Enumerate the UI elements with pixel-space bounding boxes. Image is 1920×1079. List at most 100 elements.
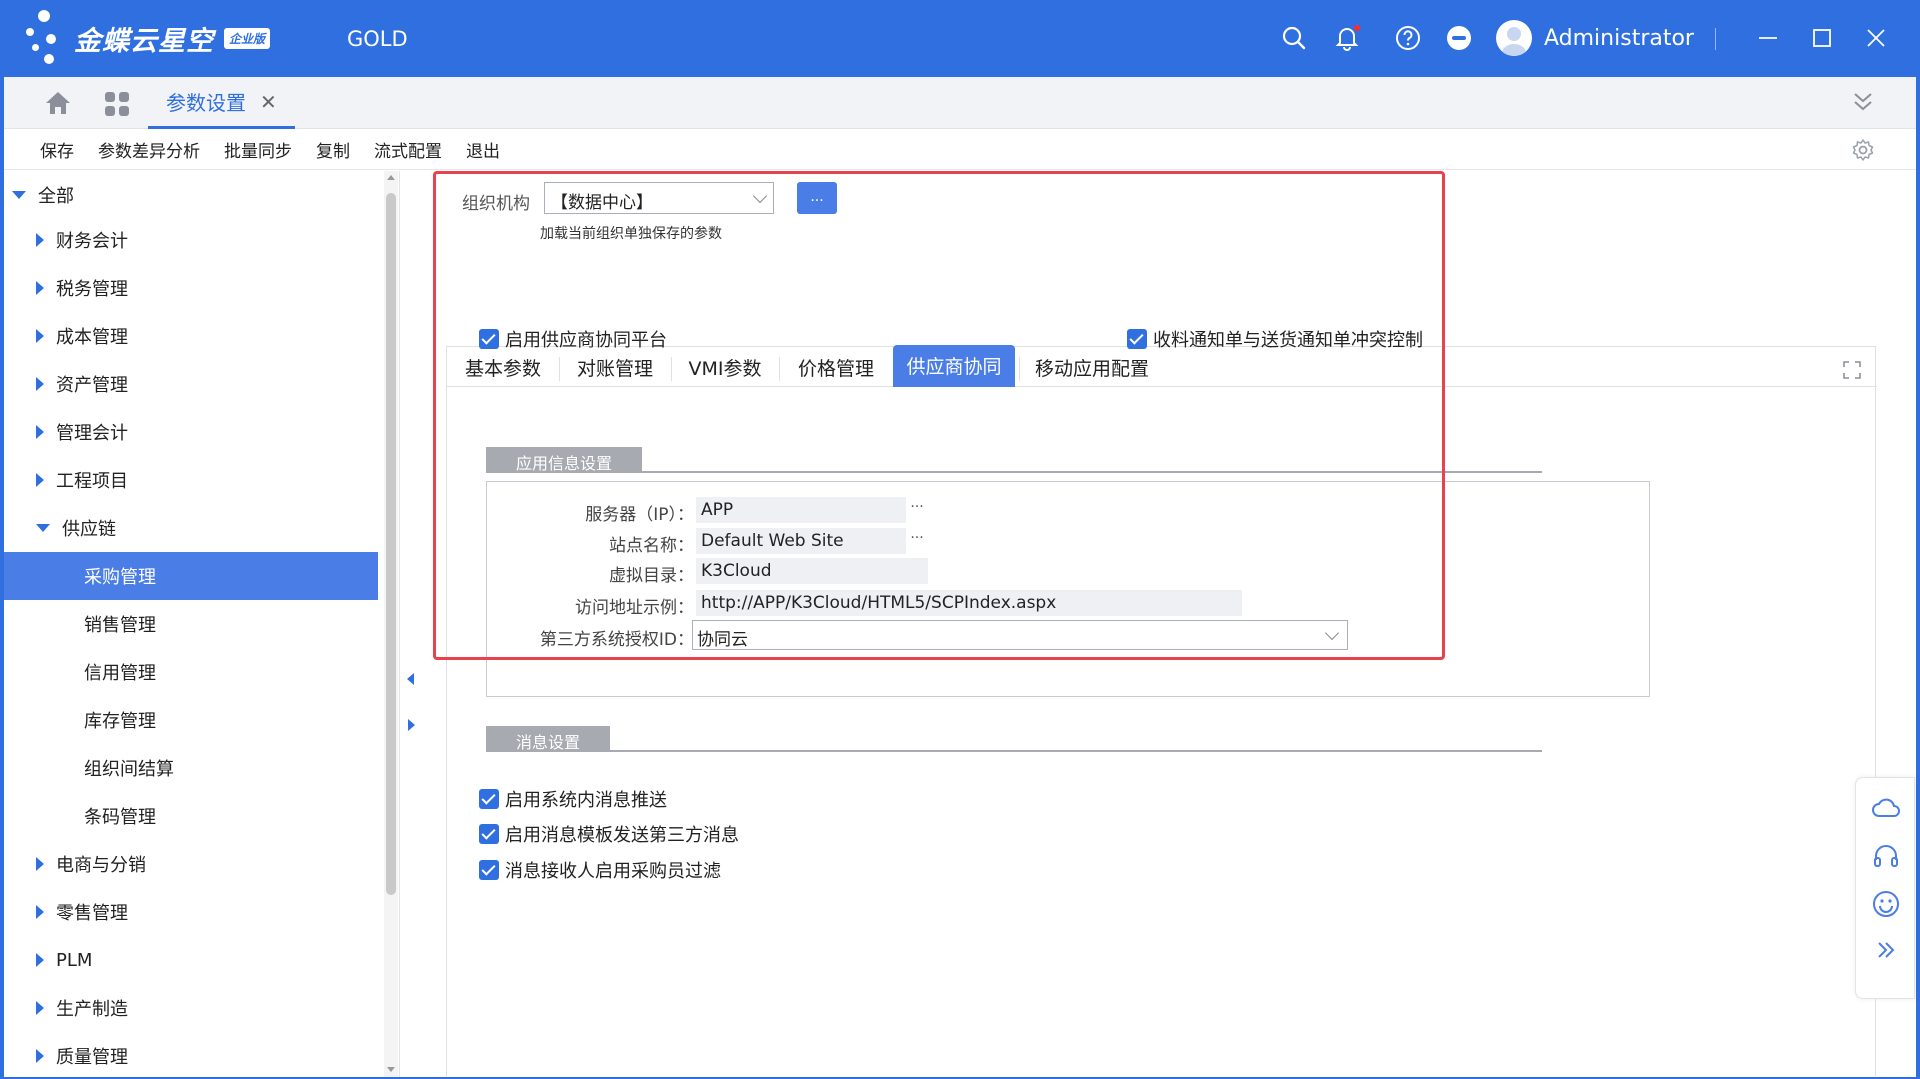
tree-item[interactable]: 供应链 [4, 504, 378, 552]
tab-separator [1019, 357, 1020, 381]
chevron-down-icon [1324, 625, 1340, 641]
tree-item[interactable]: 库存管理 [4, 696, 378, 744]
tab-basic-params[interactable]: 基本参数 [447, 347, 559, 387]
app-info-section-header: 应用信息设置 [486, 447, 643, 473]
section-title: 应用信息设置 [486, 447, 643, 473]
tab-close-icon[interactable]: ✕ [260, 90, 277, 114]
collapse-arrow-icon[interactable] [36, 425, 44, 439]
tree-item[interactable]: 条码管理 [4, 792, 378, 840]
diff-analysis-button[interactable]: 参数差异分析 [98, 137, 200, 162]
collapse-arrow-icon[interactable] [36, 905, 44, 919]
tree-item[interactable]: 销售管理 [4, 600, 378, 648]
panel-splitter[interactable] [401, 171, 421, 1077]
smile-icon[interactable] [1870, 888, 1902, 920]
message-push-checkbox[interactable]: 启用系统内消息推送 [479, 786, 667, 812]
expand-arrow-icon [12, 191, 26, 199]
collapse-arrow-icon[interactable] [36, 281, 44, 295]
tree-root[interactable]: 全部 [4, 171, 378, 219]
home-icon[interactable] [44, 90, 72, 120]
vdir-field[interactable]: K3Cloud [696, 558, 928, 584]
settings-content: 组织机构 【数据中心】 ... 加载当前组织单独保存的参数 基本参数 对账管理 … [422, 171, 1916, 1077]
logo-dots-icon [24, 10, 70, 66]
url-label: 访问地址示例： [575, 598, 694, 618]
message-filter-checkbox[interactable]: 消息接收人启用采购员过滤 [479, 857, 721, 883]
collapse-arrow-icon[interactable] [36, 1001, 44, 1015]
auth-id-select[interactable]: 协同云 [692, 620, 1348, 650]
title-bar: 金蝶云星空 企业版 GOLD Administrator [0, 0, 1920, 77]
gear-icon[interactable] [1851, 138, 1875, 166]
chevron-double-down-icon[interactable] [1852, 91, 1874, 117]
tree-scrollbar[interactable] [384, 171, 398, 1077]
collapse-arrow-icon[interactable] [36, 233, 44, 247]
collapse-arrow-icon[interactable] [36, 953, 44, 967]
database-name: GOLD [347, 27, 408, 51]
enable-platform-checkbox[interactable]: 启用供应商协同平台 [479, 326, 667, 352]
tab-parameter-settings[interactable]: 参数设置 ✕ [148, 77, 295, 129]
exit-button[interactable]: 退出 [466, 137, 500, 162]
headset-icon[interactable] [1870, 840, 1902, 872]
tree-item[interactable]: 质量管理 [4, 1032, 378, 1077]
tree-item[interactable]: 管理会计 [4, 408, 378, 456]
tree-item-label: 资产管理 [56, 375, 128, 396]
tree-item[interactable]: 生产制造 [4, 984, 378, 1032]
tree-item[interactable]: 采购管理 [4, 552, 378, 600]
chevron-down-icon [752, 188, 768, 204]
org-select[interactable]: 【数据中心】 [544, 182, 774, 214]
cloud-icon[interactable] [1870, 792, 1902, 824]
server-ellipsis-button[interactable]: ··· [906, 497, 928, 523]
tree-item[interactable]: PLM [4, 936, 378, 984]
expand-right-icon[interactable] [408, 719, 415, 731]
tab-mobile-config[interactable]: 移动应用配置 [1021, 347, 1163, 387]
tab-supplier-collab[interactable]: 供应商协同 [893, 345, 1015, 387]
message-template-checkbox[interactable]: 启用消息模板发送第三方消息 [479, 821, 749, 847]
tree-item[interactable]: 电商与分销 [4, 840, 378, 888]
expand-arrow-icon[interactable] [36, 524, 50, 532]
tree-item[interactable]: 财务会计 [4, 216, 378, 264]
collapse-arrow-icon[interactable] [36, 329, 44, 343]
bell-icon[interactable] [1333, 24, 1361, 52]
collapse-arrow-icon[interactable] [36, 1049, 44, 1063]
scroll-thumb[interactable] [386, 193, 396, 895]
tree-item[interactable]: 信用管理 [4, 648, 378, 696]
tab-reconciliation[interactable]: 对账管理 [559, 347, 671, 387]
collapse-left-icon[interactable] [407, 673, 414, 685]
copy-button[interactable]: 复制 [316, 137, 350, 162]
scroll-up-icon[interactable] [387, 175, 395, 180]
save-button[interactable]: 保存 [40, 137, 74, 162]
expand-double-right-icon[interactable] [1870, 934, 1902, 966]
org-picker-button[interactable]: ... [797, 182, 837, 214]
tree-item[interactable]: 税务管理 [4, 264, 378, 312]
apps-grid-icon[interactable] [104, 91, 130, 121]
conflict-control-checkbox[interactable]: 收料通知单与送货通知单冲突控制 [1127, 326, 1423, 352]
tree-item[interactable]: 工程项目 [4, 456, 378, 504]
scroll-down-icon[interactable] [387, 1067, 395, 1072]
tree-item[interactable]: 成本管理 [4, 312, 378, 360]
minimize-icon[interactable] [1754, 24, 1782, 52]
user-menu[interactable]: Administrator [1496, 20, 1694, 56]
collapse-arrow-icon[interactable] [36, 857, 44, 871]
more-icon[interactable] [1445, 24, 1473, 52]
help-icon[interactable] [1394, 24, 1422, 52]
tree-item-label: 成本管理 [56, 327, 128, 348]
tree-item[interactable]: 零售管理 [4, 888, 378, 936]
flow-config-button[interactable]: 流式配置 [374, 137, 442, 162]
collapse-arrow-icon[interactable] [36, 473, 44, 487]
server-field[interactable]: APP [696, 497, 906, 523]
tree-item-label: 电商与分销 [56, 855, 146, 876]
auth-id-label: 第三方系统授权ID： [539, 630, 694, 650]
site-field[interactable]: Default Web Site [696, 528, 906, 554]
tab-price[interactable]: 价格管理 [779, 347, 893, 387]
collapse-arrow-icon[interactable] [36, 377, 44, 391]
site-ellipsis-button[interactable]: ··· [906, 528, 928, 554]
maximize-icon[interactable] [1808, 24, 1836, 52]
tab-vmi[interactable]: VMI参数 [671, 347, 779, 387]
batch-sync-button[interactable]: 批量同步 [224, 137, 292, 162]
checkbox-label: 启用消息模板发送第三方消息 [505, 825, 739, 846]
tree-item[interactable]: 组织间结算 [4, 744, 378, 792]
tree-item[interactable]: 资产管理 [4, 360, 378, 408]
url-field[interactable]: http://APP/K3Cloud/HTML5/SCPIndex.aspx [696, 590, 1242, 616]
checkbox-label: 消息接收人启用采购员过滤 [505, 861, 721, 882]
search-icon[interactable] [1280, 24, 1308, 52]
fullscreen-icon[interactable] [1843, 361, 1861, 383]
close-icon[interactable] [1862, 24, 1890, 52]
